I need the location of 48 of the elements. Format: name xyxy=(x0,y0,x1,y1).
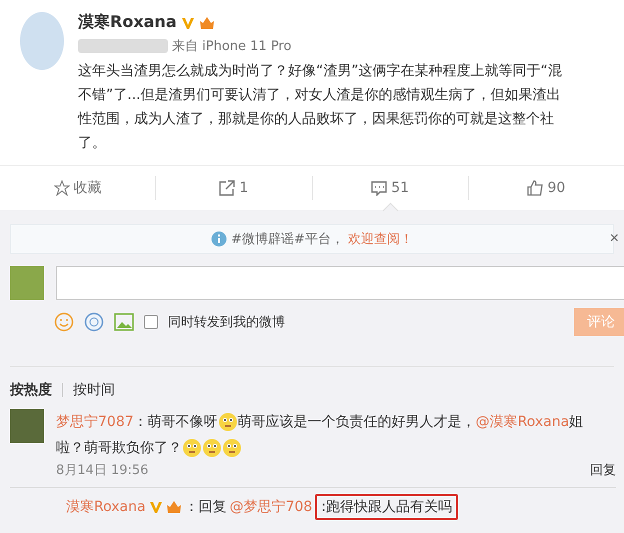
author-name[interactable]: 漠寒Roxana xyxy=(78,12,177,33)
smiley-icon[interactable] xyxy=(54,312,74,332)
notice-text: #微博辟谣#平台， xyxy=(231,231,344,248)
emoji-icon xyxy=(218,412,238,432)
emoji-icon xyxy=(182,438,202,458)
highlighted-reply-text: :跑得快跟人品有关吗 xyxy=(315,494,458,520)
like-button[interactable]: 90 xyxy=(468,176,624,200)
notice-link[interactable]: 欢迎查阅！ xyxy=(348,230,413,248)
comment-text: 啦？萌哥欺负你了？ xyxy=(56,439,182,458)
mention-link[interactable]: @漠寒Roxana xyxy=(476,409,570,435)
comment-button[interactable]: 51 xyxy=(312,176,469,200)
info-icon xyxy=(211,231,228,247)
comment-text: 姐 xyxy=(569,413,584,432)
reply-prefix: ：回复 xyxy=(184,498,227,516)
favorite-button[interactable]: 收藏 xyxy=(0,176,156,200)
share-icon xyxy=(219,180,236,196)
commenter-name[interactable]: 梦思宁7087 xyxy=(56,409,134,435)
mention-link[interactable]: @梦思宁708 xyxy=(230,498,312,516)
star-icon xyxy=(54,180,70,196)
comment-text: 萌哥应该是一个负责任的好男人才是， xyxy=(238,413,476,432)
comment-input-field[interactable] xyxy=(56,266,624,300)
sort-tab[interactable]: 按热度 xyxy=(10,381,52,399)
repost-button[interactable]: 1 xyxy=(156,176,312,200)
post-text-line: 了。 xyxy=(78,134,107,153)
close-button[interactable]: × xyxy=(610,230,619,248)
verified-v-icon xyxy=(148,500,163,514)
commenter-avatar[interactable] xyxy=(10,409,44,443)
comment-icon xyxy=(371,180,388,196)
post-text-line: 这年头当渣男怎么就成为时尚了？好像“渣男”这俩字在某种程度上就等同于“混 xyxy=(78,62,562,81)
crown-icon xyxy=(198,16,215,30)
image-icon[interactable] xyxy=(114,313,134,331)
comment-text: ：萌哥不像呀 xyxy=(134,413,218,432)
emoji-icon xyxy=(202,438,222,458)
reply-author[interactable]: 漠寒Roxana xyxy=(66,498,146,516)
repost-checkbox[interactable] xyxy=(144,315,158,329)
post-text-line: 不错”了...但是渣男们可要认清了，对女人渣是你的感情观生病了，但如果渣出 xyxy=(78,86,562,105)
crown-icon xyxy=(166,500,182,514)
emoji-icon xyxy=(222,438,242,458)
repost-label: 同时转发到我的微博 xyxy=(168,314,285,331)
thumbs-up-icon xyxy=(527,180,544,196)
sort-tab[interactable]: 按时间 xyxy=(73,381,115,399)
verified-v-icon xyxy=(180,16,195,30)
reply-button[interactable]: 回复 xyxy=(590,461,616,479)
gif-icon[interactable] xyxy=(84,312,104,332)
comment-time: 8月14日 19:56 xyxy=(56,462,148,479)
post-text-line: 性范围，成为人渣了，那就是你的人品败坏了，因果惩罚你的可就是这整个社 xyxy=(78,110,555,129)
user-avatar xyxy=(10,266,44,300)
post-source: 来自 iPhone 11 Pro xyxy=(172,38,292,55)
